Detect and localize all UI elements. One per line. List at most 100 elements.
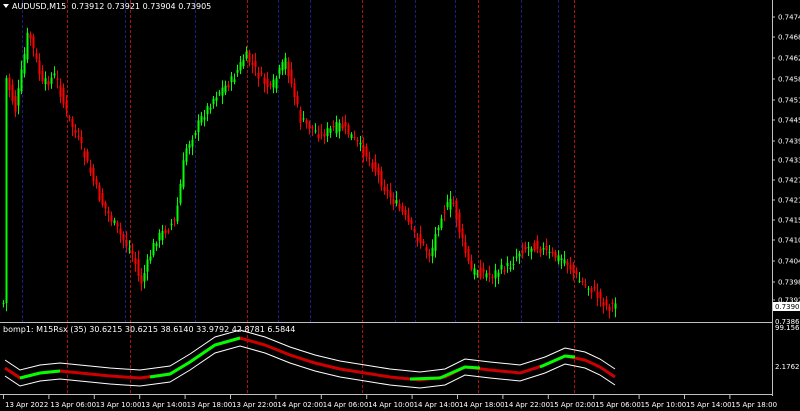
candle-body bbox=[404, 210, 407, 215]
candle-body bbox=[467, 248, 470, 261]
candle-body bbox=[437, 227, 440, 231]
indicator-min-label: 2.1762 bbox=[775, 363, 800, 371]
candle-body bbox=[536, 240, 539, 250]
candle-body bbox=[593, 286, 596, 289]
candle-body bbox=[146, 259, 149, 272]
candle-body bbox=[122, 234, 125, 240]
candle-body bbox=[305, 120, 308, 124]
time-tick-label: 14 Apr 14:00 bbox=[414, 401, 460, 409]
candle-body bbox=[215, 97, 218, 101]
candle-body bbox=[269, 83, 272, 86]
candle-body bbox=[401, 206, 404, 212]
candle-body bbox=[365, 146, 368, 158]
candle-body bbox=[290, 69, 293, 84]
candle-body bbox=[473, 268, 476, 275]
candle-body bbox=[494, 270, 497, 279]
candle-body bbox=[272, 79, 275, 88]
candle-body bbox=[581, 281, 584, 283]
candle-body bbox=[302, 118, 305, 120]
candle-body bbox=[350, 134, 353, 138]
candle-body bbox=[128, 248, 131, 250]
candle-body bbox=[605, 299, 608, 306]
candle-body bbox=[32, 36, 35, 49]
candle-body bbox=[140, 275, 143, 284]
candle-body bbox=[83, 151, 86, 158]
candle-body bbox=[548, 251, 551, 253]
candle-body bbox=[149, 256, 152, 261]
candle-body bbox=[584, 284, 587, 286]
candle-body bbox=[530, 248, 533, 252]
time-tick-label: 15 Apr 18:00 bbox=[731, 401, 777, 409]
candle-body bbox=[23, 53, 26, 74]
candle-body bbox=[383, 186, 386, 192]
candle-body bbox=[86, 151, 89, 161]
candle-body bbox=[17, 88, 20, 106]
time-tick-label: 15 Apr 02:00 bbox=[550, 401, 596, 409]
candle-body bbox=[248, 52, 251, 63]
candle-body bbox=[245, 51, 248, 59]
candle-body bbox=[98, 185, 101, 201]
candle-body bbox=[425, 247, 428, 252]
candle-body bbox=[41, 70, 44, 82]
candle-body bbox=[2, 302, 5, 304]
candle-body bbox=[347, 125, 350, 135]
candle-body bbox=[560, 258, 563, 260]
candle-body bbox=[374, 161, 377, 172]
candle-body bbox=[230, 76, 233, 83]
candle-body bbox=[506, 262, 509, 266]
candle-body bbox=[533, 243, 536, 251]
candle-body bbox=[359, 142, 362, 145]
time-tick-label: 14 Apr 22:00 bbox=[504, 401, 550, 409]
candle-body bbox=[509, 267, 512, 269]
candle-body bbox=[311, 127, 314, 129]
candle-body bbox=[5, 77, 8, 304]
candle-body bbox=[482, 268, 485, 273]
candle-body bbox=[155, 243, 158, 247]
time-tick-label: 13 Apr 22:00 bbox=[232, 401, 278, 409]
time-tick-label: 15 Apr 14:00 bbox=[686, 401, 732, 409]
candle-body bbox=[326, 128, 329, 136]
candle-body bbox=[173, 219, 176, 221]
current-price-label: 0.73905 bbox=[775, 303, 800, 311]
candle-body bbox=[197, 120, 200, 133]
candle-body bbox=[392, 199, 395, 205]
candle-body bbox=[218, 92, 221, 94]
candle-body bbox=[287, 61, 290, 76]
candle-body bbox=[167, 230, 170, 232]
candle-body bbox=[512, 264, 515, 266]
time-tick-label: 14 Apr 06:00 bbox=[323, 401, 369, 409]
candle-body bbox=[356, 139, 359, 142]
dropdown-arrow-icon[interactable] bbox=[3, 4, 9, 8]
candle-body bbox=[599, 291, 602, 299]
candle-body bbox=[416, 237, 419, 242]
time-tick-label: 13 Apr 14:00 bbox=[141, 401, 187, 409]
candle-body bbox=[449, 198, 452, 210]
candle-body bbox=[395, 200, 398, 204]
candle-body bbox=[578, 280, 581, 282]
candle-body bbox=[239, 62, 242, 71]
candle-body bbox=[101, 193, 104, 205]
candle-body bbox=[329, 128, 332, 133]
candle-body bbox=[551, 251, 554, 254]
candle-body bbox=[443, 211, 446, 213]
candle-body bbox=[317, 134, 320, 139]
candle-body bbox=[227, 84, 230, 88]
price-tick-label: 0.74390 bbox=[778, 138, 800, 146]
price-tick-label: 0.74275 bbox=[778, 177, 800, 185]
candle-body bbox=[26, 32, 29, 60]
price-tick-label: 0.74510 bbox=[778, 97, 800, 105]
time-tick-label: 13 Apr 2022 bbox=[5, 401, 48, 409]
candle-body bbox=[65, 101, 68, 110]
candle-body bbox=[59, 85, 62, 97]
candle-body bbox=[143, 273, 146, 282]
trading-chart[interactable]: 0.74745 0.74685 0.74625 0.74580 0.74510 0.744… bbox=[0, 0, 800, 411]
price-tick-label: 0.74155 bbox=[778, 217, 800, 225]
candle-body bbox=[497, 272, 500, 277]
candle-body bbox=[164, 229, 167, 234]
candle-body bbox=[521, 250, 524, 254]
candle-body bbox=[332, 125, 335, 128]
ohlc-values: 0.73912 0.73921 0.73904 0.73905 bbox=[71, 2, 212, 11]
candle-body bbox=[206, 106, 209, 115]
candle-body bbox=[221, 87, 224, 96]
price-tick-label: 0.74745 bbox=[778, 14, 800, 22]
